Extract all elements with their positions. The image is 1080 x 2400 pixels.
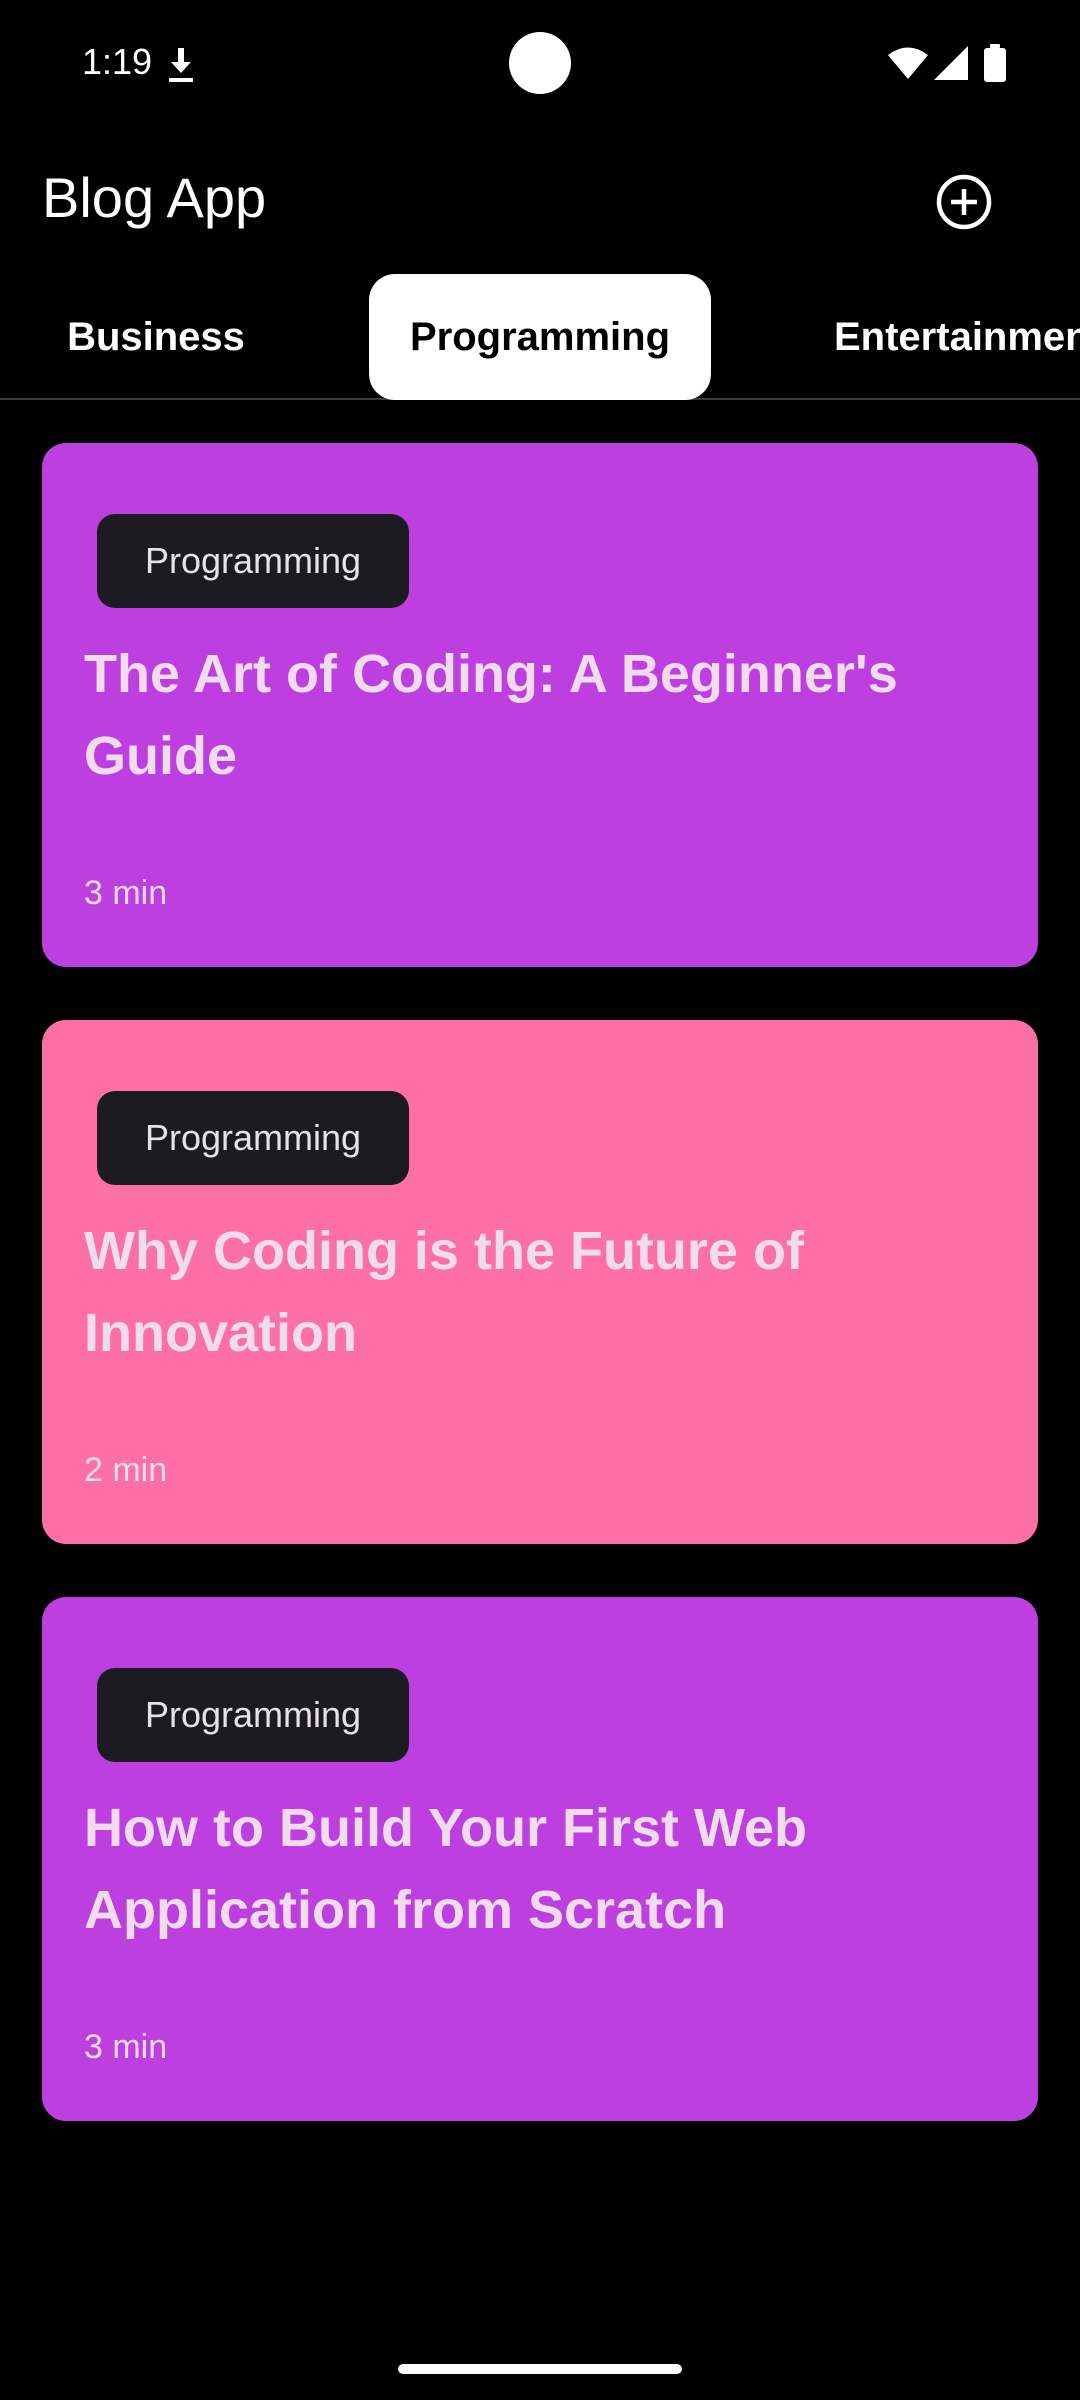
tab-programming[interactable]: Programming bbox=[369, 274, 711, 400]
add-circle-icon bbox=[936, 174, 992, 230]
gesture-nav-handle[interactable] bbox=[398, 2364, 682, 2374]
app-title: Blog App bbox=[42, 166, 267, 229]
post-title: The Art of Coding: A Beginner's Guide bbox=[84, 644, 898, 786]
post-card[interactable]: Programming The Art of Coding: A Beginne… bbox=[42, 443, 1038, 967]
download-icon bbox=[166, 46, 196, 84]
post-card[interactable]: Programming Why Coding is the Future of … bbox=[42, 1020, 1038, 1544]
status-time: 1:19 bbox=[82, 41, 153, 82]
signal-icon bbox=[934, 46, 968, 80]
add-post-button[interactable] bbox=[934, 172, 994, 232]
post-card[interactable]: Programming How to Build Your First Web … bbox=[42, 1597, 1038, 2121]
read-time: 3 min bbox=[84, 874, 168, 912]
category-chip: Programming bbox=[97, 1091, 409, 1185]
category-chip: Programming bbox=[97, 1668, 409, 1762]
read-time: 3 min bbox=[84, 2028, 168, 2066]
wifi-icon bbox=[888, 46, 928, 80]
category-tab-row: Business Programming Entertainmen bbox=[0, 274, 1080, 400]
read-time: 2 min bbox=[84, 1451, 168, 1489]
category-chip: Programming bbox=[97, 514, 409, 608]
battery-icon bbox=[984, 44, 1006, 82]
post-title: How to Build Your First Web Application … bbox=[84, 1798, 807, 1940]
status-bar: 1:19 bbox=[0, 0, 1080, 128]
camera-cutout bbox=[509, 32, 571, 94]
tab-business[interactable]: Business bbox=[34, 274, 278, 400]
post-title: Why Coding is the Future of Innovation bbox=[84, 1221, 804, 1363]
tab-entertainment[interactable]: Entertainmen bbox=[834, 274, 1080, 400]
